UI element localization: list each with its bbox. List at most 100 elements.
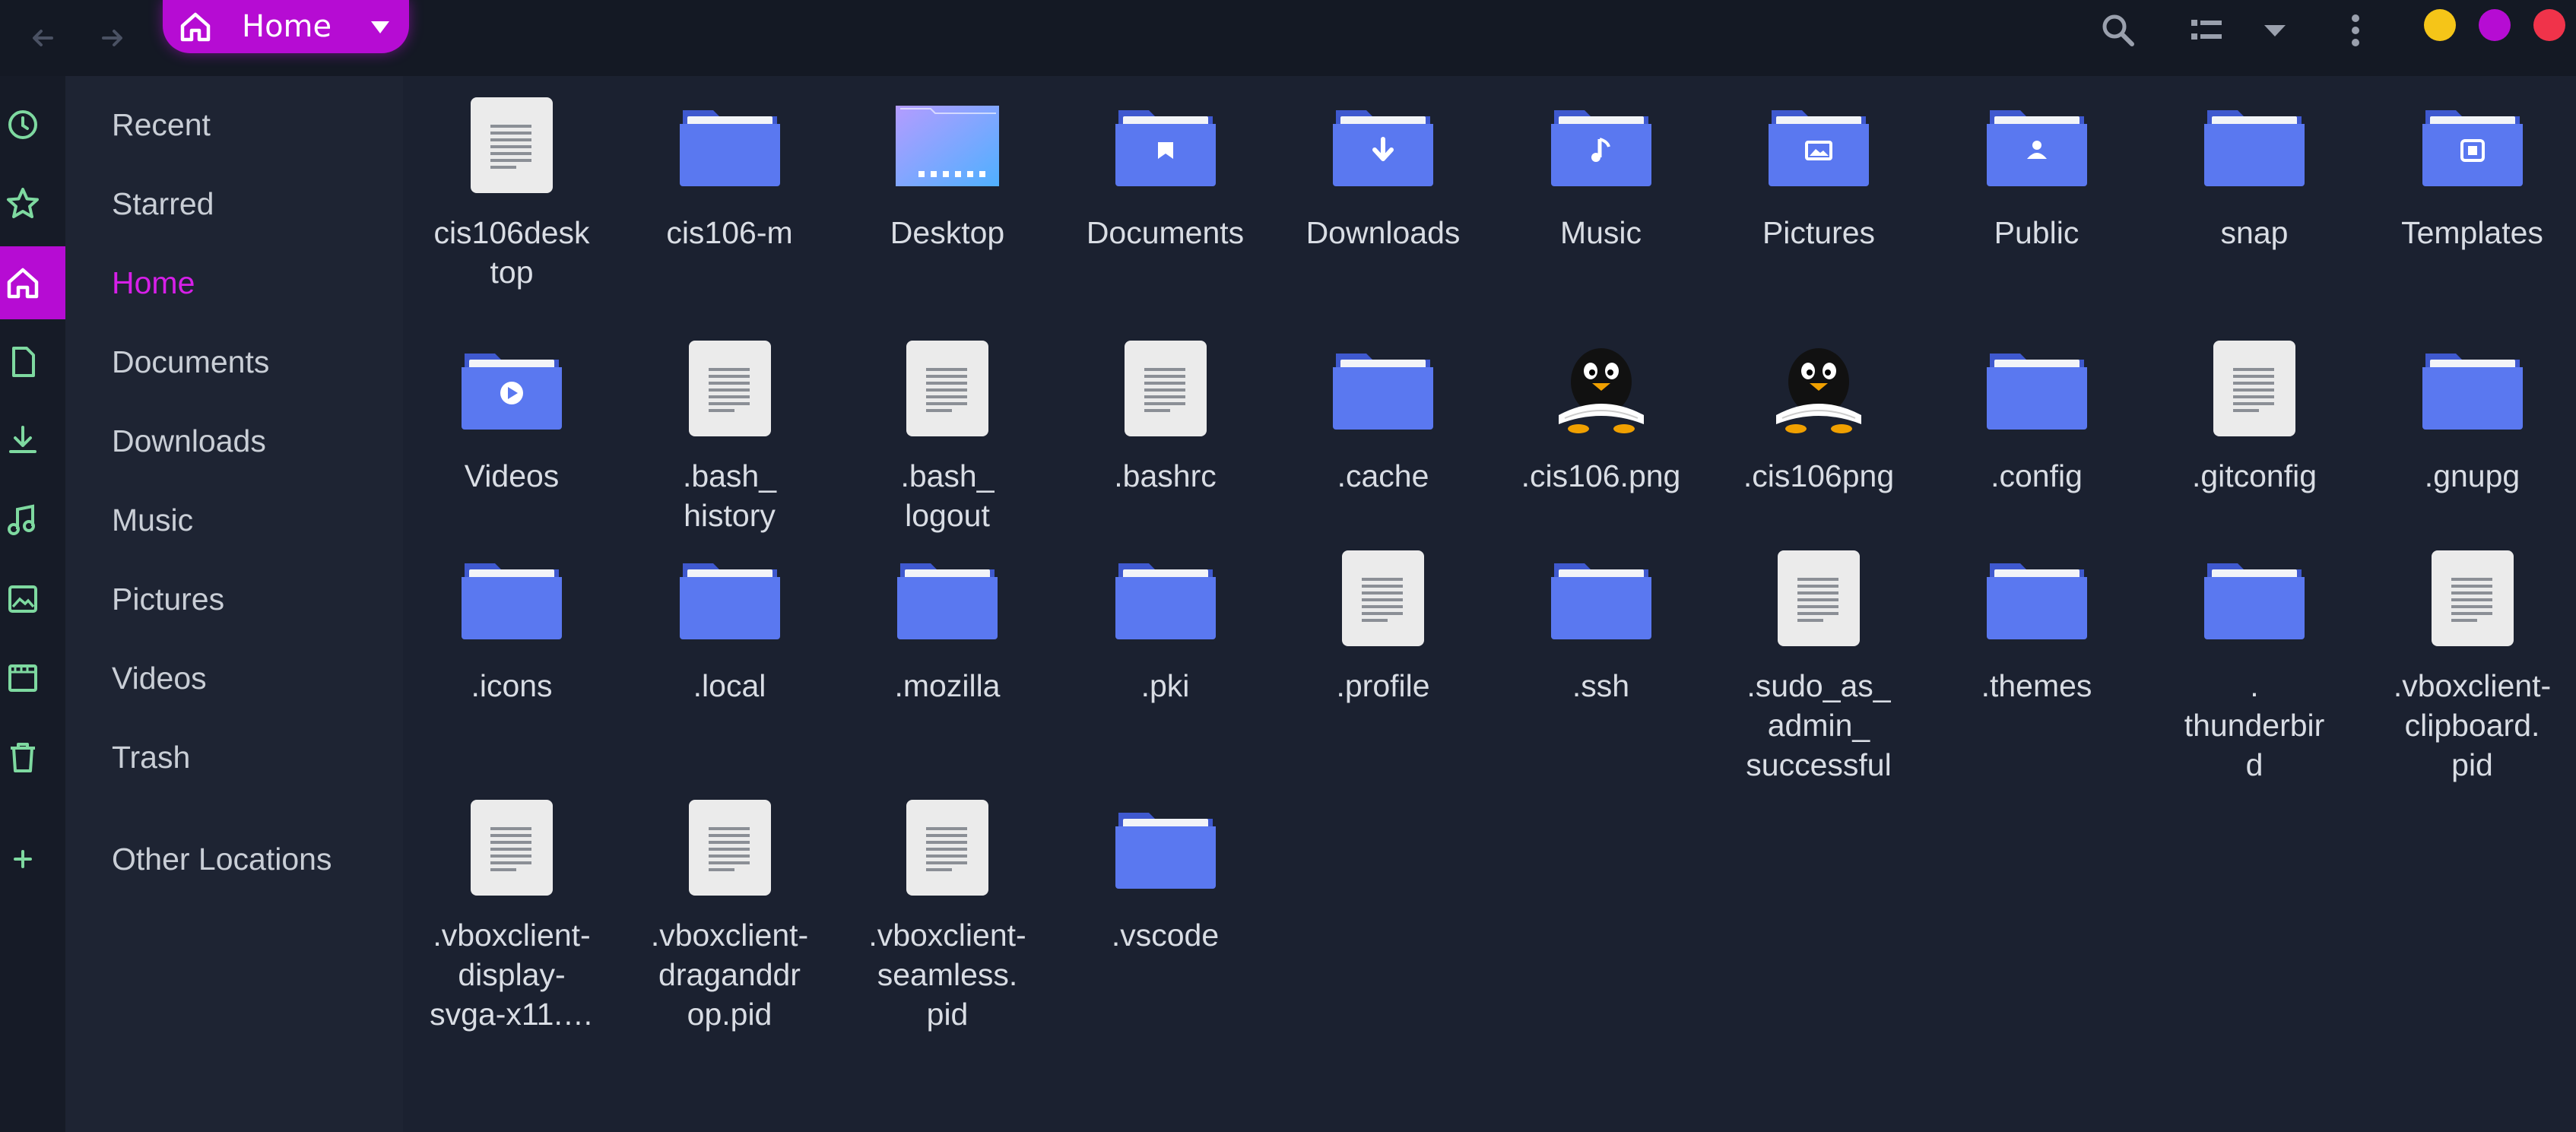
folder-item[interactable]: .local xyxy=(621,541,839,769)
text-file-icon xyxy=(1778,550,1860,646)
search-icon[interactable] xyxy=(2095,8,2141,53)
folder-icon xyxy=(1769,110,1869,186)
sidebar-item-label: Home xyxy=(112,265,195,300)
item-name: .cis106.png xyxy=(1521,458,1681,493)
item-icon xyxy=(839,88,1056,202)
folder-item[interactable]: .gnupg xyxy=(2364,331,2576,560)
path-bar-home[interactable]: Home xyxy=(163,0,409,53)
list-view-icon[interactable] xyxy=(2184,8,2229,53)
folder-item[interactable]: Music xyxy=(1493,88,1710,316)
text-file-icon xyxy=(688,341,771,436)
chevron-down-icon[interactable] xyxy=(366,15,394,38)
file-item[interactable]: .profile xyxy=(1274,541,1492,769)
file-manager-window: Home Recent Starred Home Documents Downl… xyxy=(0,0,2576,1132)
folder-item[interactable]: Templates xyxy=(2364,88,2576,316)
view-options-chevron-icon[interactable] xyxy=(2252,8,2298,53)
sidebar-item-label: Pictures xyxy=(112,582,225,617)
folder-icon xyxy=(2204,563,2305,639)
file-item[interactable]: cis106desk top xyxy=(403,88,620,316)
file-item[interactable]: .vboxclient- draganddr op.pid xyxy=(621,791,839,1032)
item-name: .vboxclient- draganddr op.pid xyxy=(650,918,809,1032)
file-item[interactable]: .bash_ history xyxy=(621,331,839,560)
sidebar-item-videos[interactable]: Videos xyxy=(0,642,403,715)
sidebar-item-downloads[interactable]: Downloads xyxy=(0,404,403,477)
folder-item[interactable]: .themes xyxy=(1928,541,2146,769)
sidebar-item-trash[interactable]: Trash xyxy=(0,721,403,794)
item-icon xyxy=(1057,331,1274,446)
file-item[interactable]: .vboxclient- clipboard. pid xyxy=(2364,541,2576,782)
file-item[interactable]: .bashrc xyxy=(1057,331,1274,560)
folder-item[interactable]: Documents xyxy=(1057,88,1274,316)
sidebar-item-other-locations[interactable]: Other Locations xyxy=(0,823,403,896)
item-icon xyxy=(403,88,620,202)
penguin-image-icon xyxy=(1558,348,1644,433)
folder-item[interactable]: .mozilla xyxy=(839,541,1056,769)
folder-item[interactable]: .icons xyxy=(403,541,620,769)
folder-item[interactable]: .ssh xyxy=(1493,541,1710,769)
sidebar-item-starred[interactable]: Starred xyxy=(0,167,403,240)
sidebar-item-documents[interactable]: Documents xyxy=(0,325,403,398)
folder-icon xyxy=(1986,563,2087,639)
file-item[interactable]: .cis106.png xyxy=(1493,331,1710,560)
close-button[interactable] xyxy=(2533,9,2565,41)
folder-item[interactable]: .cache xyxy=(1274,331,1492,560)
desktop-folder-icon xyxy=(896,106,999,186)
folder-item[interactable]: Public xyxy=(1928,88,2146,316)
sidebar-item-music[interactable]: Music xyxy=(0,484,403,556)
item-name: cis106desk top xyxy=(433,215,590,290)
maximize-button[interactable] xyxy=(2479,9,2511,41)
item-icon xyxy=(1274,541,1492,655)
file-grid: cis106desk top cis106-m Desktop Documents Do… xyxy=(403,76,2576,1132)
item-icon xyxy=(839,791,1056,905)
item-icon xyxy=(621,331,839,446)
item-name: .bash_ logout xyxy=(900,458,995,533)
file-item[interactable]: .sudo_as_ admin_ successful xyxy=(1710,541,1927,782)
item-name: snap xyxy=(2220,215,2289,250)
file-item[interactable]: .vboxclient- display- svga-x11.… xyxy=(403,791,620,1032)
folder-item[interactable]: Desktop xyxy=(839,88,1056,316)
file-item[interactable]: .gitconfig xyxy=(2146,331,2363,560)
item-icon xyxy=(2364,331,2576,446)
sidebar-item-label: Downloads xyxy=(112,423,266,458)
folder-icon xyxy=(2204,110,2305,186)
folder-item[interactable]: Pictures xyxy=(1710,88,1927,316)
folder-item[interactable]: cis106-m xyxy=(621,88,839,316)
item-icon xyxy=(2146,541,2363,655)
folder-item[interactable]: .pki xyxy=(1057,541,1274,769)
folder-icon xyxy=(462,354,562,430)
folder-item[interactable]: .vscode xyxy=(1057,791,1274,1019)
item-name: .mozilla xyxy=(894,668,1001,703)
arrow-right-icon xyxy=(102,30,122,46)
folder-item[interactable]: .config xyxy=(1928,331,2146,560)
sidebar-item-pictures[interactable]: Pictures xyxy=(0,563,403,636)
folder-item[interactable]: . thunderbir d xyxy=(2146,541,2363,782)
sidebar-item-label: Recent xyxy=(112,107,211,142)
item-icon xyxy=(839,541,1056,655)
item-icon xyxy=(621,791,839,905)
item-icon xyxy=(621,88,839,202)
folder-item[interactable]: Videos xyxy=(403,331,620,560)
sidebar-item-recent[interactable]: Recent xyxy=(0,88,403,161)
path-label: Home xyxy=(242,9,332,44)
folder-icon xyxy=(679,563,780,639)
penguin-image-icon xyxy=(1776,348,1861,433)
back-button[interactable] xyxy=(18,14,67,62)
item-name: Music xyxy=(1559,215,1642,250)
sidebar-item-label: Documents xyxy=(112,344,270,379)
menu-kebab-icon[interactable] xyxy=(2333,8,2378,53)
folder-item[interactable]: Downloads xyxy=(1274,88,1492,316)
minimize-button[interactable] xyxy=(2424,9,2456,41)
sidebar-item-label: Music xyxy=(112,503,194,537)
file-item[interactable]: .vboxclient- seamless. pid xyxy=(839,791,1056,1032)
item-name: .vboxclient- display- svga-x11.… xyxy=(430,918,594,1032)
forward-button[interactable] xyxy=(88,14,137,62)
sidebar-item-label: Other Locations xyxy=(112,842,332,877)
home-icon xyxy=(7,268,39,299)
item-name: Desktop xyxy=(890,215,1005,250)
file-item[interactable]: .cis106png xyxy=(1710,331,1927,560)
sidebar-item-home[interactable]: Home xyxy=(0,246,403,319)
item-icon xyxy=(1274,88,1492,202)
item-name: .cache xyxy=(1337,458,1429,493)
folder-item[interactable]: snap xyxy=(2146,88,2363,316)
file-item[interactable]: .bash_ logout xyxy=(839,331,1056,560)
